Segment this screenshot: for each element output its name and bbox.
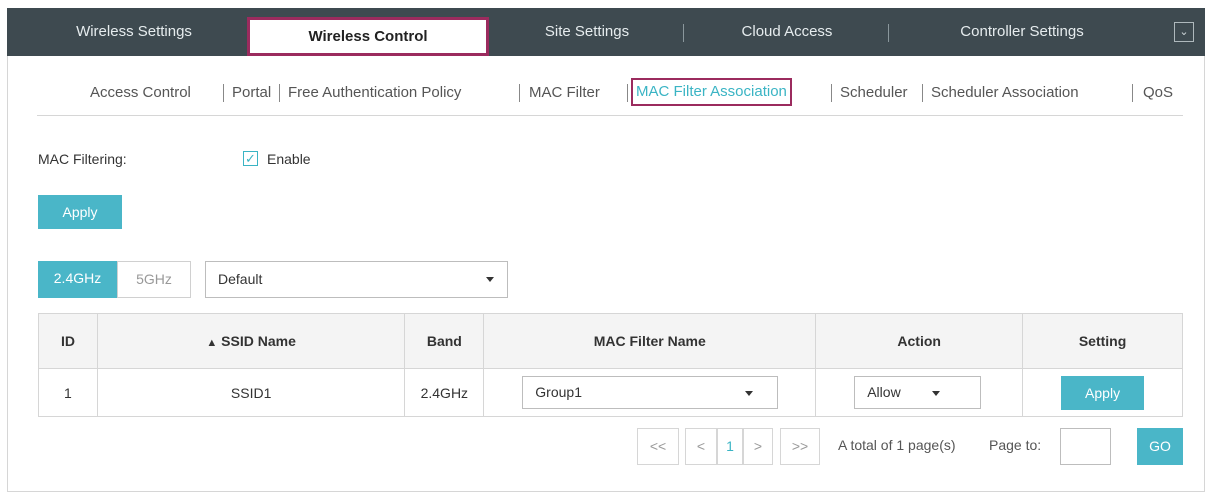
subnav-mac-filter-association[interactable]: MAC Filter Association	[631, 78, 792, 106]
caret-down-icon	[932, 391, 941, 396]
cell-band: 2.4GHz	[404, 368, 485, 417]
sort-icon[interactable]: ▲︎	[206, 337, 217, 349]
row-apply-button[interactable]: Apply	[1061, 375, 1145, 410]
table-row: 1 SSID1 2.4GHz Group1 Allow Apply	[38, 368, 1183, 417]
subnav-portal[interactable]: Portal	[232, 83, 271, 103]
top-navigation: Wireless Settings Wireless Control Site …	[7, 8, 1205, 56]
enable-checkbox[interactable]: ✓	[243, 151, 258, 166]
action-select[interactable]: Allow	[854, 376, 982, 409]
tab-controller-settings[interactable]: Controller Settings	[892, 8, 1152, 56]
pagination-last[interactable]: >>	[780, 428, 820, 465]
caret-down-icon	[745, 391, 754, 396]
mac-filter-select[interactable]: Group1	[522, 376, 779, 409]
header-band: Band	[404, 313, 485, 369]
band-tab-5ghz[interactable]: 5GHz	[117, 261, 191, 298]
content-frame	[7, 8, 1205, 492]
tab-separator	[888, 24, 889, 42]
band-tab-2-4ghz[interactable]: 2.4GHz	[38, 261, 117, 298]
caret-down-icon	[486, 277, 494, 282]
header-action: Action	[815, 313, 1024, 369]
enable-label: Enable	[267, 151, 311, 167]
subnav-separator	[627, 84, 628, 102]
mac-filter-value: Group1	[535, 384, 582, 400]
mac-filtering-label: MAC Filtering:	[38, 151, 127, 167]
action-value: Allow	[867, 384, 901, 400]
go-button[interactable]: GO	[1137, 428, 1183, 465]
pagination-next[interactable]: >	[743, 428, 773, 465]
cell-action: Allow	[815, 368, 1024, 417]
subnav-mac-filter[interactable]: MAC Filter	[529, 83, 600, 103]
cell-ssid-name: SSID1	[96, 368, 406, 417]
header-setting: Setting	[1022, 313, 1183, 369]
page-to-input[interactable]	[1060, 428, 1111, 465]
pagination-total: A total of 1 page(s)	[838, 437, 956, 453]
cell-setting: Apply	[1022, 368, 1183, 417]
subnav-separator	[831, 84, 832, 102]
page-to-label: Page to:	[989, 437, 1042, 453]
subnav-separator	[519, 84, 520, 102]
chevron-down-icon[interactable]: ⌄	[1174, 22, 1194, 42]
cell-mac-filter: Group1	[483, 368, 817, 417]
tab-wireless-control[interactable]: Wireless Control	[247, 17, 489, 56]
header-mac-filter-name: MAC Filter Name	[483, 313, 817, 369]
wlan-group-select[interactable]: Default	[205, 261, 508, 298]
wlan-group-value: Default	[218, 271, 263, 287]
header-ssid-label: SSID Name	[221, 333, 296, 349]
subnav-separator	[1132, 84, 1133, 102]
subnav-access-control[interactable]: Access Control	[90, 83, 191, 103]
ssid-mac-filter-table: ID ▲︎ SSID Name Band MAC Filter Name Act…	[38, 313, 1183, 417]
tab-site-settings[interactable]: Site Settings	[492, 8, 682, 56]
tab-separator	[683, 24, 684, 42]
subnav-separator	[922, 84, 923, 102]
subnav-free-authentication-policy[interactable]: Free Authentication Policy	[288, 83, 461, 103]
check-icon: ✓	[245, 151, 256, 166]
header-ssid-name[interactable]: ▲︎ SSID Name	[96, 313, 406, 369]
pagination-current-page[interactable]: 1	[717, 428, 743, 465]
pagination-prev[interactable]: <	[685, 428, 717, 465]
table-header-row: ID ▲︎ SSID Name Band MAC Filter Name Act…	[38, 313, 1183, 369]
tab-wireless-settings[interactable]: Wireless Settings	[19, 8, 249, 56]
apply-button[interactable]: Apply	[38, 195, 122, 229]
subnav-separator	[279, 84, 280, 102]
cell-id: 1	[38, 368, 98, 417]
header-id: ID	[38, 313, 98, 369]
pagination-first[interactable]: <<	[637, 428, 679, 465]
subnav-qos[interactable]: QoS	[1143, 83, 1173, 103]
subnav-scheduler[interactable]: Scheduler	[840, 83, 908, 103]
subnav-separator	[223, 84, 224, 102]
subnav-scheduler-association[interactable]: Scheduler Association	[931, 83, 1079, 103]
tab-cloud-access[interactable]: Cloud Access	[687, 8, 887, 56]
